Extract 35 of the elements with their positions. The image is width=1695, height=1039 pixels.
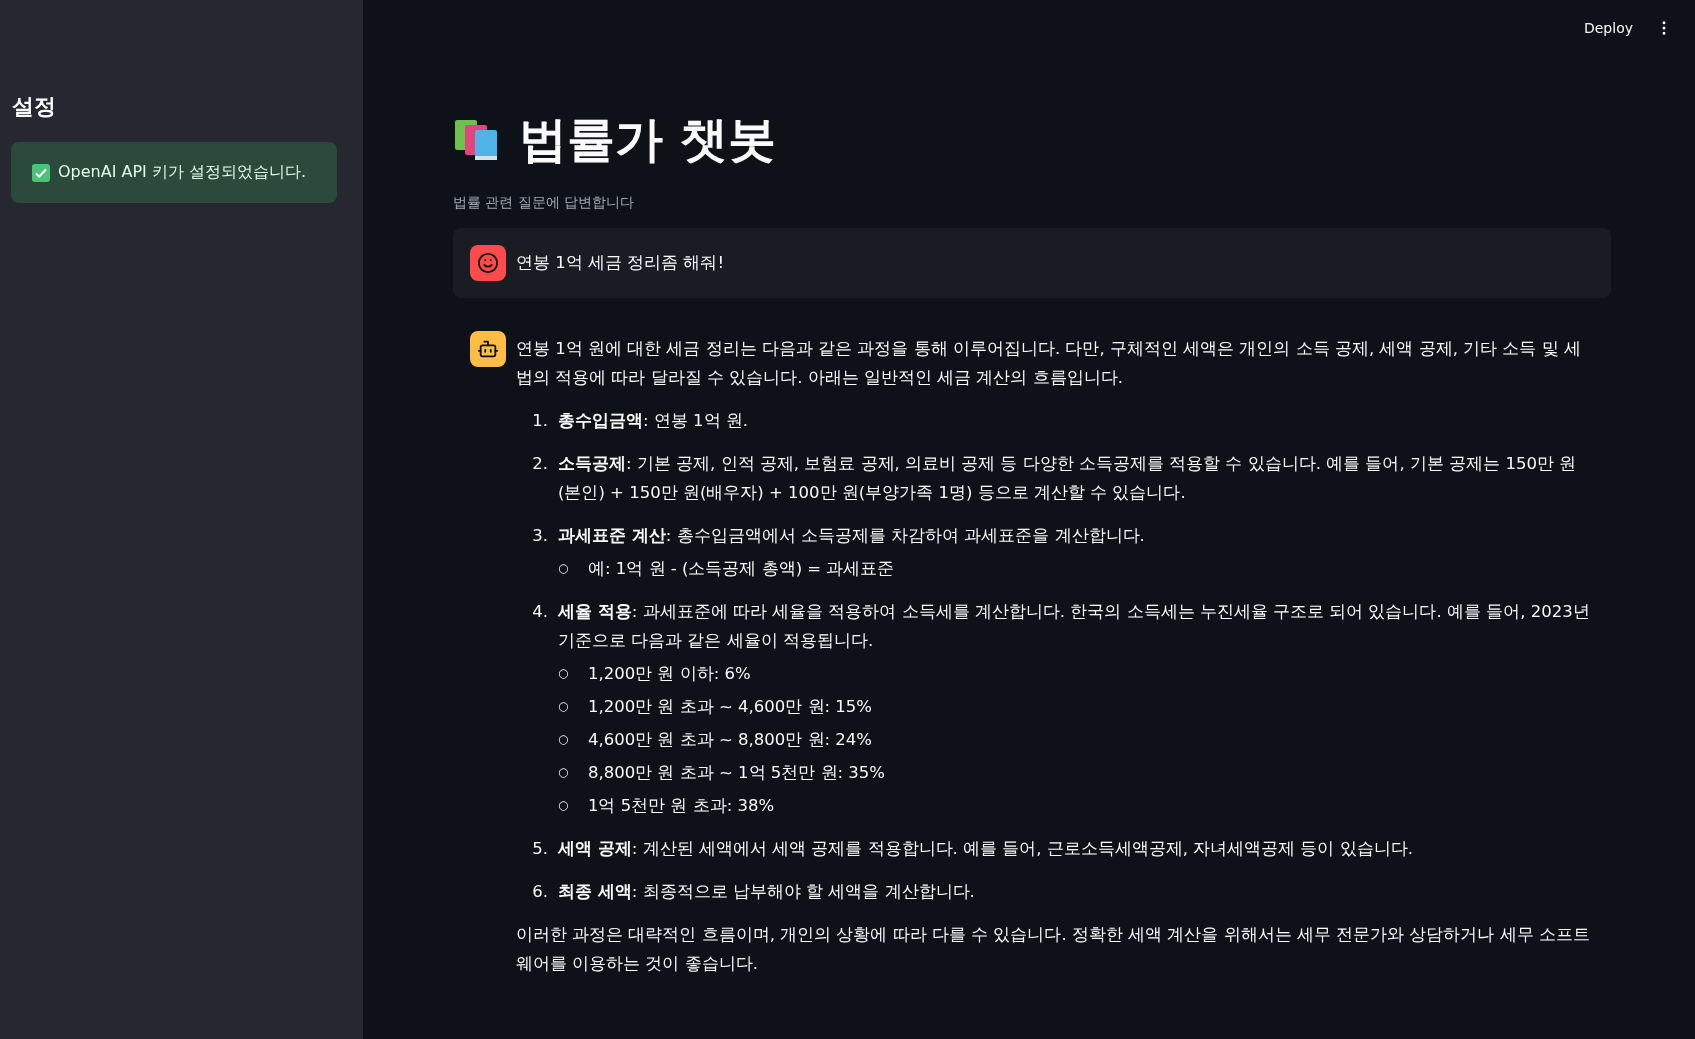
- bullet-mark: ○: [558, 797, 570, 814]
- list-item-text: 세액 공제: 계산된 세액에서 세액 공제를 적용합니다. 예를 들어, 근로소득세액공제, 자녀세액공제 등이 있습니다.: [558, 839, 1413, 858]
- list-item-text: 최종 세액: 최종적으로 납부해야 할 세액을 계산합니다.: [558, 882, 975, 901]
- bullet-mark: ○: [558, 560, 570, 577]
- list-number: 6.: [531, 881, 549, 903]
- alert-text: OpenAI API 키가 설정되었습니다.: [58, 162, 307, 183]
- bullet-mark: ○: [558, 731, 570, 748]
- sub-item-text: 1,200만 원 초과 ~ 4,600만 원: 15%: [588, 696, 872, 718]
- page-title: 법률가 챗봇: [519, 110, 776, 169]
- page-caption: 법률 관련 질문에 답변합니다: [453, 194, 636, 212]
- sub-item-text: 1억 5천만 원 초과: 38%: [588, 795, 775, 817]
- bullet-mark: ○: [558, 665, 570, 682]
- list-item-text: 소득공제: 기본 공제, 인적 공제, 보험료 공제, 의료비 공제 등 다양한 소득공제를 적용할 수 있습니다. 예를 들어, 기본 공제는 150만 원(본인) + 150만 원(배우자) + 100만 원(부양가족 1명) 등으로 계산할 수 있습니다.: [558, 454, 1577, 502]
- list-item-text: 과세표준 계산: 총수입금액에서 소득공제를 차감하여 과세표준을 계산합니다.: [558, 526, 1145, 545]
- user-avatar-icon: [470, 245, 506, 281]
- check-icon: [32, 163, 50, 182]
- list-number: 1.: [531, 410, 549, 432]
- sub-item-text: 4,600만 원 초과 ~ 8,800만 원: 24%: [588, 729, 872, 751]
- bullet-mark: ○: [558, 698, 570, 715]
- bullet-mark: ○: [558, 764, 570, 781]
- answer-paragraph: 이러한 과정은 대략적인 흐름이며, 개인의 상황에 따라 다를 수 있습니다. 정확한 세액 계산을 위해서는 세무 전문가와 상담하거나 세무 소프트웨어를 이용하는 것이 좋습니다.: [516, 924, 1591, 975]
- sub-item-text: 예: 1억 원 - (소득공제 총액) = 과세표준: [588, 558, 895, 580]
- bot-avatar-icon: [470, 331, 506, 367]
- deploy-button[interactable]: Deploy: [1573, 14, 1643, 42]
- list-number: 3.: [531, 525, 549, 547]
- list-number: 4.: [531, 601, 549, 623]
- sub-item-text: 8,800만 원 초과 ~ 1억 5천만 원: 35%: [588, 762, 885, 784]
- message-text: 연봉 1억 세금 정리좀 해줘!: [516, 253, 725, 272]
- answer-paragraph: 연봉 1억 원에 대한 세금 정리는 다음과 같은 과정을 통해 이루어집니다. 다만, 구체적인 세액은 개인의 소득 공제, 세액 공제, 기타 소득 및 세법의 적용에 따라 달라질 수 있습니다. 아래는 일반적인 세금 계산의 흐름입니다.: [516, 338, 1582, 389]
- list-item-text: 세율 적용: 과세표준에 따라 세율을 적용하여 소득세를 계산합니다. 한국의 소득세는 누진세율 구조로 되어 있습니다. 예를 들어, 2023년 기준으로 다음과 같은 세율이 적용됩니다.: [558, 602, 1590, 650]
- list-number: 2.: [531, 453, 549, 475]
- sidebar-title: 설정: [12, 93, 57, 121]
- list-number: 5.: [531, 838, 549, 860]
- list-item-text: 총수입금액: 연봉 1억 원.: [558, 411, 749, 430]
- sub-item-text: 1,200만 원 이하: 6%: [588, 663, 751, 685]
